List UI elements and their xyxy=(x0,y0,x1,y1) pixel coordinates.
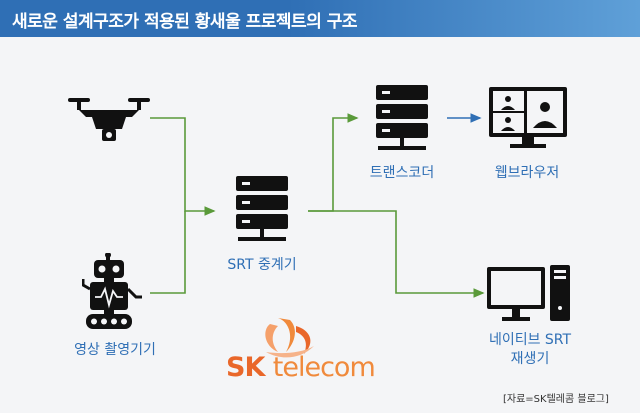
line-camera-to-relay xyxy=(150,211,186,294)
drone-icon xyxy=(68,98,150,141)
native-player-label-line1: 네이티브 SRT xyxy=(488,332,572,348)
srt-relay-label: SRT 중계기 xyxy=(227,257,297,273)
server-icon xyxy=(236,176,288,241)
line-relay-to-native xyxy=(308,210,485,298)
sk-telecom-logo: SK telecom xyxy=(226,352,376,383)
sk-text: SK xyxy=(226,352,265,383)
server-icon xyxy=(376,85,428,150)
telecom-text: telecom xyxy=(272,352,376,383)
line-drone-to-relay xyxy=(150,117,216,216)
transcoder-label: 트랜스코더 xyxy=(369,165,435,181)
native-player-label-line2: 재생기 xyxy=(510,351,550,367)
capture-device-label: 영상 촬영기기 xyxy=(74,342,156,358)
source-caption: [자료=SK텔레콤 블로그] xyxy=(503,394,609,405)
web-browser-label: 웹브라우저 xyxy=(494,165,560,181)
desktop-computer-icon xyxy=(487,265,570,321)
robot-camera-icon xyxy=(82,253,142,329)
video-conference-icon xyxy=(489,87,567,148)
line-relay-to-transcoder xyxy=(308,113,359,212)
